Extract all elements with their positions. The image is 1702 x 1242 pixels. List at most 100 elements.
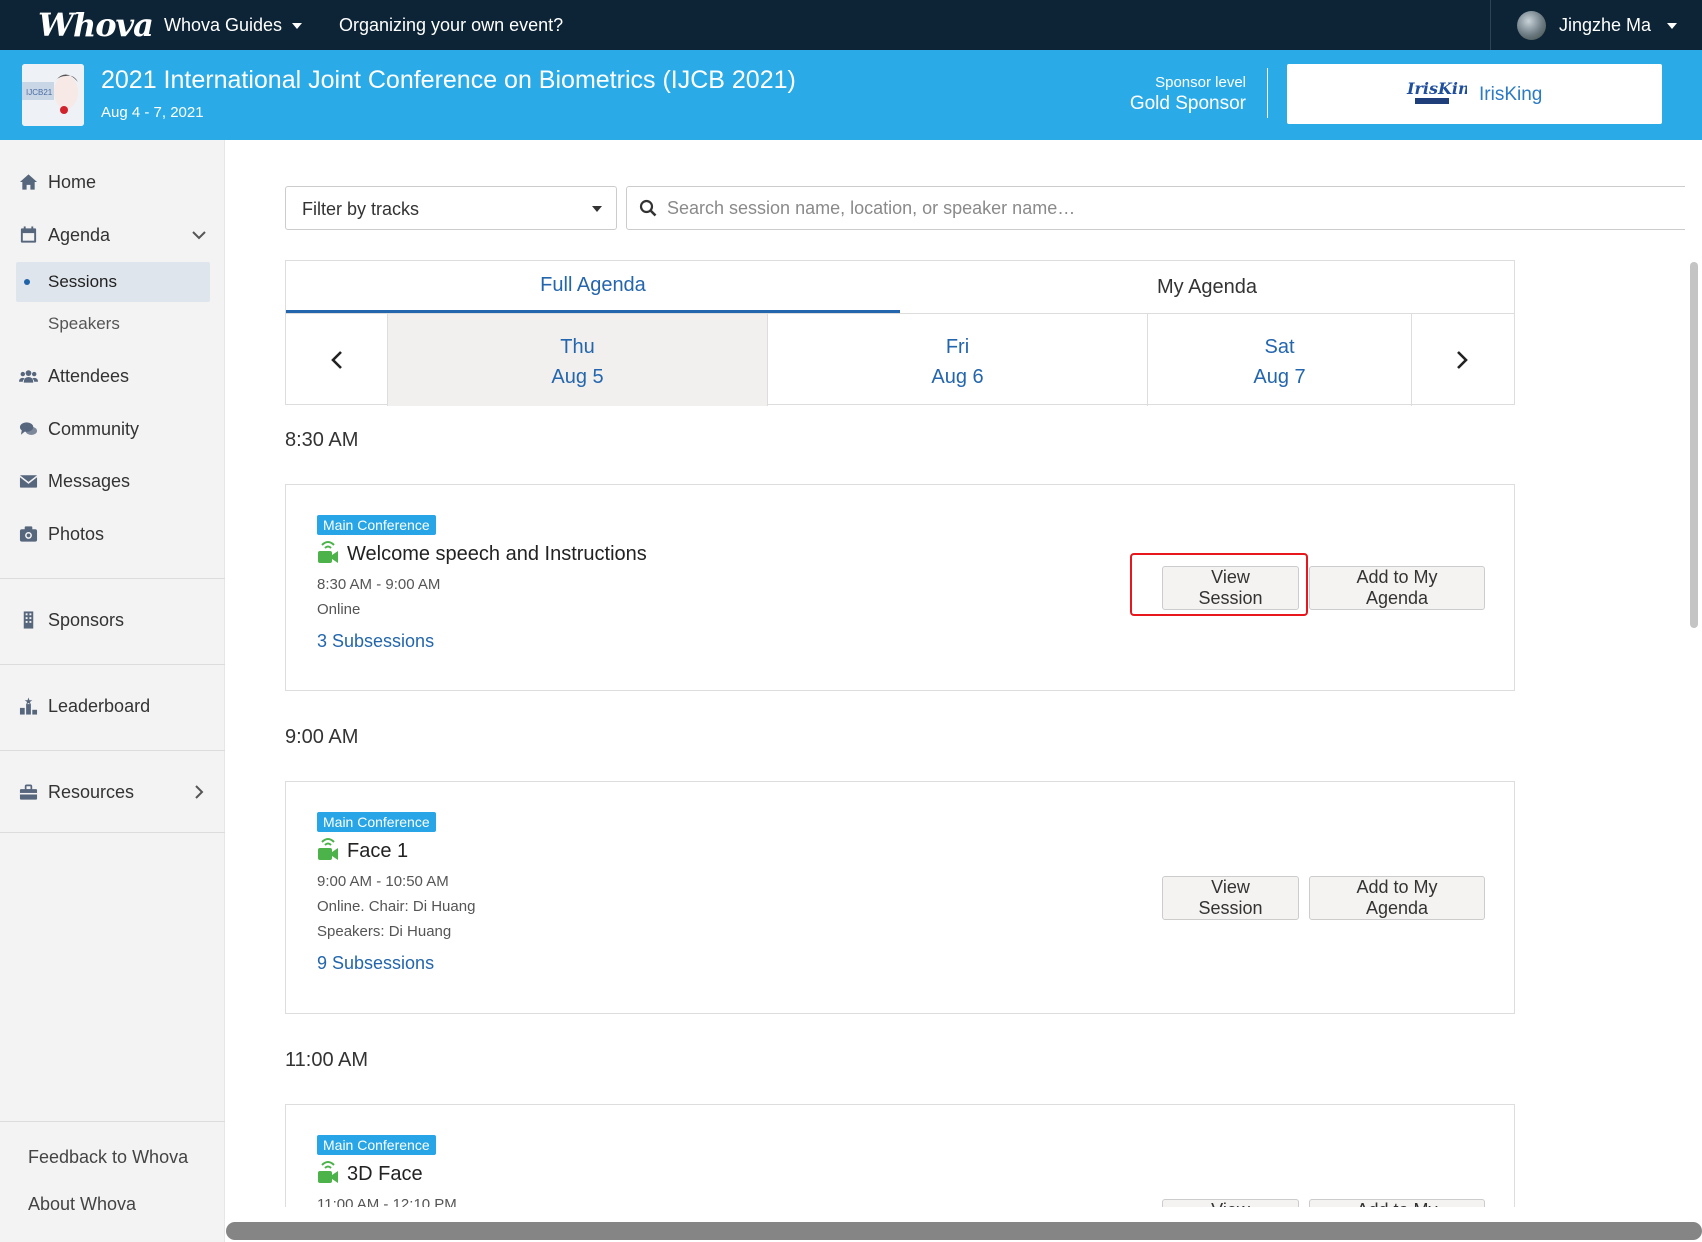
envelope-icon — [0, 472, 48, 490]
sidebar-item-sessions[interactable]: Sessions — [16, 262, 210, 302]
highlight-box — [1130, 553, 1308, 616]
sidebar-item-home[interactable]: Home — [0, 162, 225, 202]
comments-icon — [0, 420, 48, 438]
chevron-left-icon — [330, 351, 342, 369]
chevron-down-icon — [192, 231, 206, 240]
sidebar-item-messages[interactable]: Messages — [0, 461, 225, 501]
session-title[interactable]: Welcome speech and Instructions — [347, 543, 647, 566]
sidebar: Home Agenda Sessions Speakers Attendees … — [0, 140, 225, 1242]
event-dates: Aug 4 - 7, 2021 — [101, 104, 204, 121]
time-header: 11:00 AM — [285, 1049, 369, 1071]
tab-full-agenda[interactable]: Full Agenda — [286, 261, 900, 313]
session-speakers: Speakers: Di Huang — [317, 923, 452, 940]
sponsor-banner[interactable]: IrisKing IrisKing — [1287, 64, 1662, 124]
add-to-my-agenda-button[interactable]: Add to My Agenda — [1309, 876, 1485, 920]
search-input[interactable] — [667, 195, 1685, 221]
sidebar-item-resources[interactable]: Resources — [0, 772, 225, 812]
day-tab-date: Aug 7 — [1253, 366, 1306, 388]
sidebar-item-label: Community — [48, 418, 140, 439]
sidebar-item-attendees[interactable]: Attendees — [0, 356, 225, 396]
prev-day-button[interactable] — [286, 314, 387, 406]
feedback-link[interactable]: Feedback to Whova — [28, 1147, 188, 1168]
users-icon — [0, 367, 48, 385]
sidebar-item-label: Attendees — [48, 365, 130, 386]
view-session-button[interactable]: View Session — [1162, 876, 1299, 920]
session-location: Online — [317, 601, 361, 618]
sidebar-item-agenda[interactable]: Agenda — [0, 215, 225, 255]
sidebar-item-label: Messages — [48, 470, 131, 491]
day-tab-dow: Sat — [1264, 336, 1295, 358]
session-location: Online. Chair: Di Huang — [317, 898, 476, 915]
svg-text:IJCB21: IJCB21 — [26, 88, 53, 97]
user-menu[interactable]: Jingzhe Ma — [1490, 0, 1702, 50]
vertical-scrollbar[interactable] — [1690, 262, 1698, 628]
camera-icon — [0, 525, 48, 543]
irisking-logo: IrisKing — [1406, 80, 1467, 104]
time-header: 9:00 AM — [285, 726, 359, 748]
view-session-button[interactable]: View Session — [1162, 1199, 1299, 1207]
event-header: IJCB21 2021 International Joint Conferen… — [0, 50, 1702, 140]
day-tab-sat[interactable]: Sat Aug 7 — [1147, 314, 1411, 406]
session-title[interactable]: 3D Face — [347, 1163, 423, 1186]
sidebar-item-label: Agenda — [48, 224, 111, 245]
add-to-my-agenda-button[interactable]: Add to My Agenda — [1309, 1199, 1485, 1207]
session-title[interactable]: Face 1 — [347, 840, 408, 863]
whova-logo[interactable]: Whova — [38, 6, 154, 44]
divider — [0, 750, 225, 751]
home-icon — [0, 173, 48, 191]
whova-guides-menu[interactable]: Whova Guides — [164, 15, 303, 36]
subsessions-link[interactable]: 3 Subsessions — [317, 631, 434, 652]
day-tab-thu[interactable]: Thu Aug 5 — [387, 314, 767, 406]
organizing-event-link[interactable]: Organizing your own event? — [339, 15, 563, 36]
next-day-button[interactable] — [1411, 314, 1512, 406]
sidebar-item-photos[interactable]: Photos — [0, 514, 225, 554]
sidebar-item-leaderboard[interactable]: Leaderboard — [0, 686, 225, 726]
divider — [1267, 68, 1268, 118]
tab-my-agenda[interactable]: My Agenda — [900, 261, 1514, 313]
sidebar-item-label: Resources — [48, 781, 135, 802]
track-filter-label: Filter by tracks — [302, 199, 420, 219]
sidebar-item-label: Sessions — [48, 272, 117, 291]
day-tab-dow: Thu — [560, 336, 595, 358]
day-tab-date: Aug 5 — [551, 366, 604, 388]
sidebar-item-sponsors[interactable]: Sponsors — [0, 600, 225, 640]
divider — [0, 1121, 225, 1122]
user-name: Jingzhe Ma — [1559, 15, 1652, 35]
session-time: 9:00 AM - 10:50 AM — [317, 873, 449, 890]
live-stream-icon — [318, 838, 338, 860]
time-header: 8:30 AM — [285, 429, 359, 451]
sponsor-level: Sponsor level Gold Sponsor — [1130, 74, 1246, 115]
top-navbar: Whova Whova Guides Organizing your own e… — [0, 0, 1702, 50]
about-link[interactable]: About Whova — [28, 1194, 136, 1215]
sidebar-item-label: Speakers — [48, 314, 120, 333]
day-tab-fri[interactable]: Fri Aug 6 — [767, 314, 1147, 406]
session-card: Main Conference Face 1 9:00 AM - 10:50 A… — [285, 781, 1515, 1014]
toolbox-icon — [0, 783, 48, 801]
agenda-tabs: Full Agenda My Agenda Thu Aug 5 Fri Aug … — [285, 260, 1515, 406]
add-to-my-agenda-button[interactable]: Add to My Agenda — [1309, 566, 1485, 610]
chevron-right-icon — [1457, 351, 1468, 369]
session-time: 11:00 AM - 12:10 PM — [317, 1196, 457, 1207]
horizontal-scrollbar[interactable] — [226, 1222, 1702, 1240]
live-stream-icon — [318, 541, 338, 563]
whova-guides-label: Whova Guides — [164, 15, 283, 35]
sidebar-item-speakers[interactable]: Speakers — [16, 304, 210, 344]
main-content: Filter by tracks Full Agenda My Agenda T… — [225, 140, 1685, 1207]
divider — [0, 832, 225, 833]
caret-down-icon — [292, 23, 303, 30]
sidebar-item-label: Photos — [48, 523, 105, 544]
active-dot-icon — [24, 279, 30, 285]
sidebar-item-label: Home — [48, 171, 97, 192]
day-tab-date: Aug 6 — [931, 366, 984, 388]
live-stream-icon — [318, 1161, 338, 1183]
event-logo: IJCB21 — [22, 64, 84, 126]
track-badge: Main Conference — [317, 1135, 436, 1155]
track-filter-select[interactable]: Filter by tracks — [285, 186, 617, 230]
search-box — [626, 186, 1685, 230]
date-selector: Thu Aug 5 Fri Aug 6 Sat Aug 7 — [286, 313, 1514, 406]
sponsor-name: IrisKing — [1479, 84, 1543, 105]
sidebar-item-label: Sponsors — [48, 609, 125, 630]
sidebar-item-community[interactable]: Community — [0, 409, 225, 449]
subsessions-link[interactable]: 9 Subsessions — [317, 953, 434, 974]
sidebar-item-label: Leaderboard — [48, 695, 151, 716]
